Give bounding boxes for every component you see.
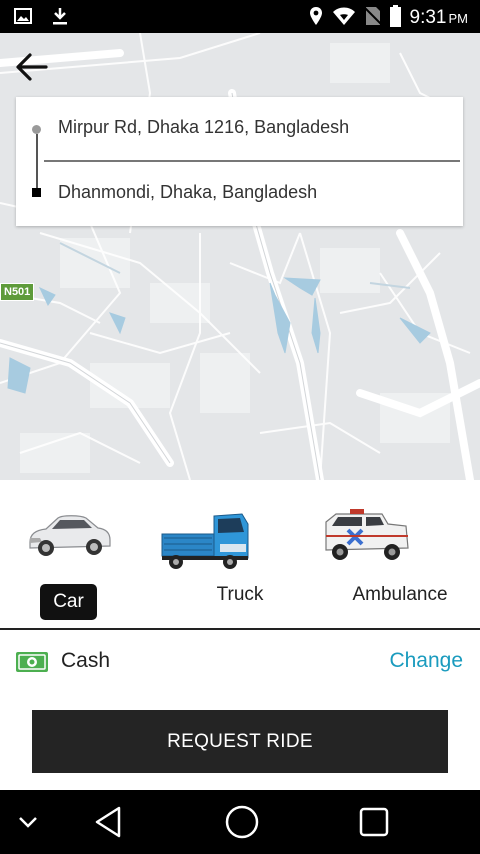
truck-icon	[161, 513, 249, 569]
route-card: Mirpur Rd, Dhaka 1216, Bangladesh Dhanmo…	[16, 97, 463, 226]
nav-back-button[interactable]	[84, 790, 132, 854]
vehicle-option-car[interactable]: Car	[0, 480, 160, 628]
pickup-field[interactable]: Mirpur Rd, Dhaka 1216, Bangladesh	[58, 117, 349, 138]
payment-method: Cash	[61, 649, 111, 672]
cash-icon	[16, 652, 48, 672]
status-bar: 9:31 PM	[0, 0, 480, 33]
vehicle-option-ambulance[interactable]: Ambulance	[320, 480, 480, 628]
nav-recents-button[interactable]	[350, 790, 398, 854]
change-payment-link[interactable]: Change	[389, 649, 463, 673]
dropoff-square-icon	[32, 188, 41, 197]
road-label: N501	[0, 283, 35, 301]
vehicle-selector: Car Truck Ambulance	[0, 480, 480, 628]
payment-row: Cash Change	[0, 630, 480, 692]
wifi-icon	[332, 6, 356, 30]
pickup-dot-icon	[32, 125, 41, 134]
location-icon	[309, 6, 323, 30]
ambulance-icon	[325, 509, 409, 560]
chevron-down-icon	[19, 817, 37, 828]
route-divider	[44, 160, 460, 162]
image-icon	[14, 8, 32, 28]
no-sim-icon	[363, 6, 382, 30]
back-triangle-icon	[95, 806, 121, 838]
request-ride-button[interactable]: REQUEST RIDE	[32, 710, 448, 773]
vehicle-option-truck[interactable]: Truck	[160, 480, 320, 628]
arrow-left-icon	[16, 53, 48, 81]
recents-square-icon	[359, 807, 389, 837]
route-line	[36, 134, 38, 188]
navigation-bar	[0, 790, 480, 854]
collapse-button[interactable]	[8, 790, 48, 854]
vehicle-label-ambulance: Ambulance	[352, 584, 448, 605]
dropoff-field[interactable]: Dhanmondi, Dhaka, Bangladesh	[58, 182, 317, 203]
battery-icon	[389, 5, 401, 31]
vehicle-label-truck: Truck	[216, 584, 264, 605]
back-button[interactable]	[12, 47, 52, 87]
car-icon	[29, 515, 111, 556]
map-view[interactable]: N501 Mirpur Rd, Dhaka 1216, Bangladesh D…	[0, 33, 480, 480]
nav-home-button[interactable]	[218, 790, 266, 854]
clock: 9:31 PM	[409, 7, 468, 28]
home-circle-icon	[225, 805, 259, 839]
vehicle-label-car: Car	[40, 584, 97, 620]
download-icon	[52, 7, 68, 29]
